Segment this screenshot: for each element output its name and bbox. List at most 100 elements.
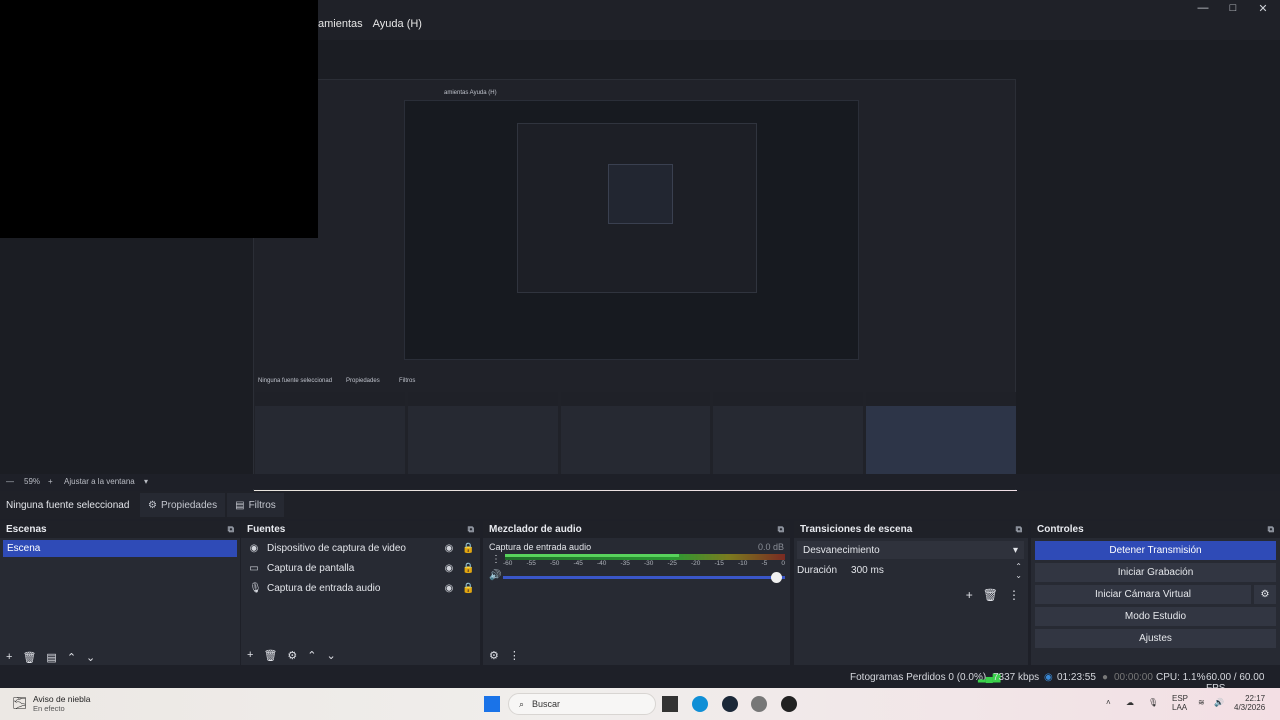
duration-stepper[interactable]: ⌃ ⌄ <box>1015 562 1022 580</box>
filter-icon[interactable]: ▤ <box>46 651 56 664</box>
trash-icon[interactable]: 🗑 <box>22 651 36 664</box>
terminal-icon[interactable] <box>662 696 678 712</box>
chevron-up-icon[interactable]: ˄ <box>1106 698 1111 707</box>
stop-stream-button[interactable]: Detener Transmisión <box>1035 541 1276 560</box>
filters-button[interactable]: ▤ Filtros <box>227 493 284 517</box>
lock-icon[interactable]: 🔒 <box>462 543 474 554</box>
trash-icon[interactable]: 🗑 <box>983 588 998 602</box>
taskbar-search[interactable]: ⌕ Buscar <box>508 693 656 715</box>
meter-tick-label: -15 <box>714 560 724 567</box>
settings-icon[interactable]: ⚙ <box>489 649 499 662</box>
meter-tick-label: 0 <box>781 560 785 567</box>
arrow-up-icon[interactable]: ⌃ <box>67 651 76 664</box>
microphone-icon: 🎙 <box>249 582 262 594</box>
gear-icon[interactable]: ⚙ <box>1254 585 1276 604</box>
eye-icon[interactable]: ◉ <box>444 543 454 554</box>
source-row[interactable]: ▭ Captura de pantalla ◉ 🔒 <box>241 558 480 578</box>
kebab-icon[interactable]: ⋮ <box>491 554 501 565</box>
kebab-icon[interactable]: ⋮ <box>509 649 520 662</box>
volume-icon[interactable]: 🔊 <box>1214 698 1224 707</box>
nested-capture: amientas Ayuda (H) Ninguna fuente selecc… <box>253 79 1017 509</box>
start-recording-button[interactable]: Iniciar Grabación <box>1035 563 1276 582</box>
arrow-down-icon[interactable]: ⌄ <box>327 649 336 662</box>
steam-icon[interactable] <box>722 696 738 712</box>
properties-button[interactable]: ⚙ Propiedades <box>140 493 226 517</box>
zoom-bar: — 59% + Ajustar a la ventana ▾ <box>0 474 1280 489</box>
kebab-icon[interactable]: ⋮ <box>1008 588 1020 602</box>
menu-bar: amientas Ayuda (H) <box>318 18 422 30</box>
record-icon: ● <box>1102 672 1109 683</box>
maximize-button[interactable]: □ <box>1218 2 1248 14</box>
meter-ticks: -60 -55 -50 -45 -40 -35 -30 -25 -20 -15 -10 -5 0 <box>503 560 785 567</box>
stream-time: 01:23:55 <box>1057 672 1096 683</box>
language-indicator[interactable]: ESP LAA <box>1172 694 1188 712</box>
source-name: Dispositivo de captura de video <box>267 542 406 554</box>
undock-icon[interactable]: ⧉ <box>468 524 474 535</box>
stream-icon: ◉ <box>1044 672 1053 683</box>
obs-icon[interactable] <box>781 696 797 712</box>
eye-icon[interactable]: ◉ <box>444 563 454 574</box>
meter-tick-label: -30 <box>644 560 654 567</box>
arrow-down-icon[interactable]: ⌄ <box>86 651 95 664</box>
undock-icon[interactable]: ⧉ <box>1268 524 1274 535</box>
chevron-down-icon[interactable]: ▾ <box>144 477 148 486</box>
cloud-icon[interactable]: ☁ <box>1126 698 1134 707</box>
add-icon[interactable]: + <box>966 588 973 602</box>
volume-slider-handle[interactable] <box>771 572 782 583</box>
zoom-out-button[interactable]: — <box>6 477 14 486</box>
menu-item-help[interactable]: Ayuda (H) <box>373 18 422 30</box>
minimize-button[interactable]: — <box>1188 2 1218 14</box>
black-region <box>0 0 318 238</box>
gear-icon: ⚙ <box>148 499 157 511</box>
zoom-in-button[interactable]: + <box>48 477 53 486</box>
search-label: Buscar <box>532 699 561 709</box>
add-icon[interactable]: + <box>247 649 253 661</box>
undock-icon[interactable]: ⧉ <box>228 524 234 535</box>
studio-mode-button[interactable]: Modo Estudio <box>1035 607 1276 626</box>
meter-tick-label: -25 <box>667 560 677 567</box>
windows-start-icon[interactable] <box>484 696 500 712</box>
duration-input[interactable]: 300 ms <box>851 565 884 576</box>
properties-label: Propiedades <box>160 499 218 511</box>
duration-row: Duración 300 ms <box>797 565 884 576</box>
zoom-level: 59% <box>24 477 41 486</box>
speaker-icon[interactable]: 🔊 <box>489 570 501 581</box>
source-row[interactable]: 🎙 Captura de entrada audio ◉ 🔒 <box>241 578 480 598</box>
clock[interactable]: 22:17 4/3/2026 <box>1234 694 1265 712</box>
close-button[interactable]: ✕ <box>1248 2 1278 15</box>
filters-label: Filtros <box>248 499 276 511</box>
eye-icon[interactable]: ◉ <box>444 583 454 594</box>
menu-item-tools[interactable]: amientas <box>318 18 363 30</box>
start-virtual-camera-button[interactable]: Iniciar Cámara Virtual <box>1035 585 1251 604</box>
nested-dock <box>255 392 405 477</box>
scene-item[interactable]: Escena <box>3 540 237 557</box>
volume-slider[interactable] <box>503 572 785 583</box>
search-icon: ⌕ <box>519 698 525 709</box>
source-row[interactable]: ◉ Dispositivo de captura de video ◉ 🔒 <box>241 538 480 558</box>
trash-icon[interactable]: 🗑 <box>263 649 277 662</box>
microphone-icon[interactable]: 🎙 <box>1148 698 1158 707</box>
sources-dock: Fuentes ⧉ ◉ Dispositivo de captura de vid… <box>241 521 480 665</box>
undock-icon[interactable]: ⧉ <box>1016 524 1022 535</box>
weather-title: Aviso de niebla <box>33 694 91 704</box>
controls-dock: Controles ⧉ Detener Transmisión Iniciar G… <box>1031 521 1280 665</box>
lock-icon[interactable]: 🔒 <box>462 563 474 574</box>
transition-select[interactable]: Desvanecimiento ▾ <box>797 541 1024 559</box>
nested-dock <box>866 392 1016 477</box>
edge-icon[interactable] <box>692 696 708 712</box>
wifi-icon[interactable]: ≋ <box>1198 698 1205 707</box>
settings-button[interactable]: Ajustes <box>1035 629 1276 648</box>
settings-icon[interactable] <box>751 696 767 712</box>
arrow-up-icon[interactable]: ⌃ <box>307 649 316 662</box>
meter-tick-label: -60 <box>503 560 513 567</box>
record-time: 00:00:00 <box>1114 672 1153 683</box>
add-icon[interactable]: + <box>6 651 12 663</box>
undock-icon[interactable]: ⧉ <box>778 524 784 535</box>
lock-icon[interactable]: 🔒 <box>462 583 474 594</box>
nested-props: Propiedades <box>346 378 380 384</box>
dock-title: Escenas <box>6 524 47 535</box>
dock-title: Controles <box>1037 524 1084 535</box>
clock-time: 22:17 <box>1245 694 1266 703</box>
fit-window-label[interactable]: Ajustar a la ventana <box>64 477 135 486</box>
gear-icon[interactable]: ⚙ <box>287 649 297 662</box>
